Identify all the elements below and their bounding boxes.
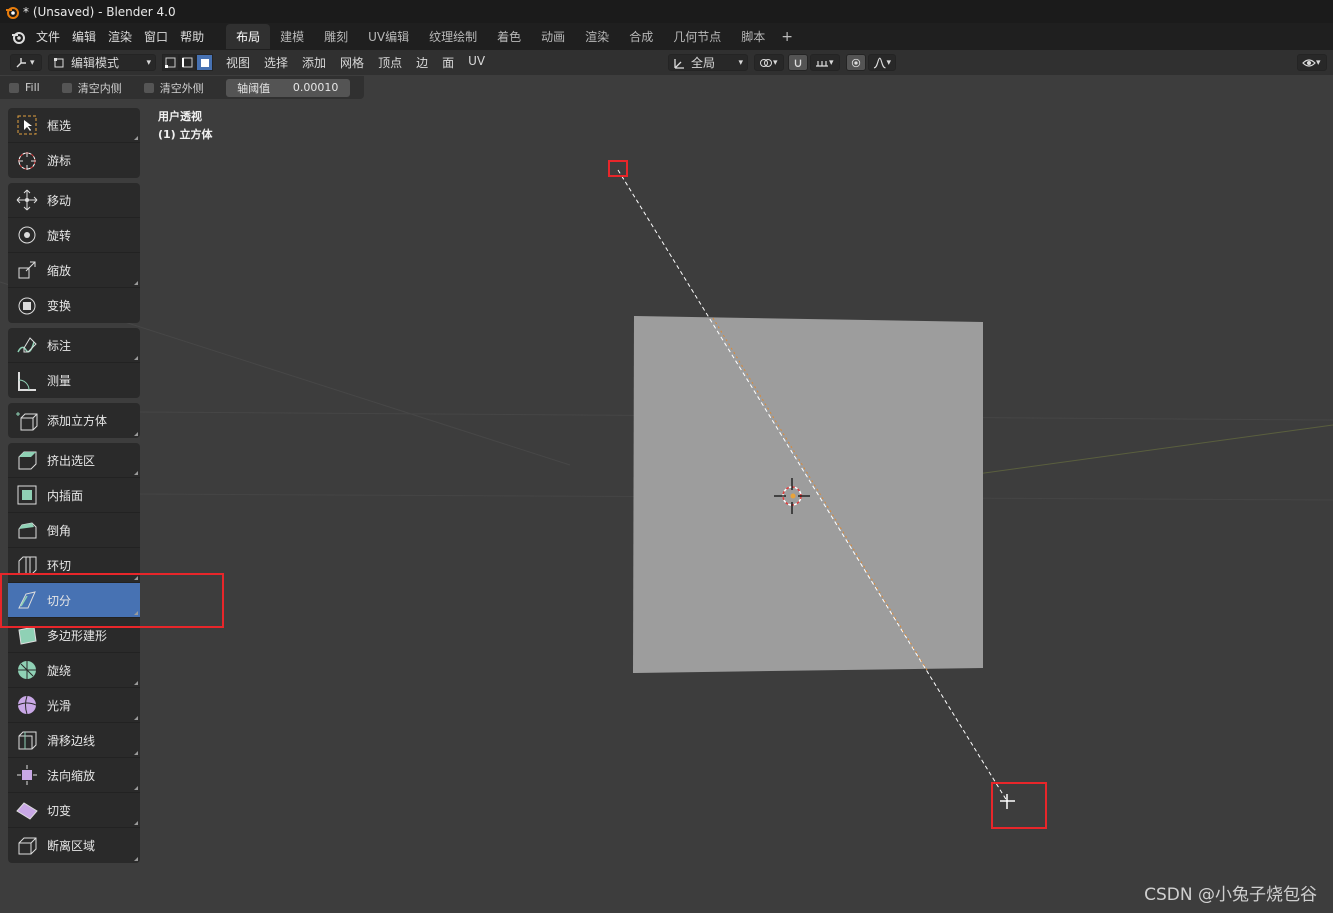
tool-variants-indicator	[134, 136, 138, 140]
tool-add-cube[interactable]: 添加立方体	[8, 403, 140, 438]
tool-label: 变换	[47, 299, 72, 313]
tool-label: 断离区域	[47, 839, 96, 853]
tool-variants-indicator	[134, 432, 138, 436]
highlight-cut-start	[608, 160, 628, 177]
tool-label: 框选	[47, 118, 72, 133]
tool-bevel[interactable]: 倒角	[8, 513, 140, 548]
viewport-info: 用户透视 (1) 立方体	[158, 108, 213, 144]
cursor-icon	[15, 149, 39, 173]
tool-label: 多边形建形	[47, 628, 108, 643]
tool-label: 缩放	[47, 263, 72, 278]
tool-variants-indicator	[134, 471, 138, 475]
tool-box-select[interactable]: 框选	[8, 108, 140, 143]
tool-variants-indicator	[134, 716, 138, 720]
highlight-cut-end	[991, 782, 1047, 829]
shear-icon	[15, 798, 39, 822]
tool-inset[interactable]: 内插面	[8, 478, 140, 513]
inset-icon	[15, 483, 39, 507]
tool-label: 标注	[47, 338, 72, 353]
tool-label: 滑移边线	[47, 733, 96, 748]
tool-shear[interactable]: 切变	[8, 793, 140, 828]
tool-rotate[interactable]: 旋转	[8, 218, 140, 253]
tool-label: 添加立方体	[47, 414, 108, 428]
tool-label: 法向缩放	[47, 768, 96, 783]
tool-scale[interactable]: 缩放	[8, 253, 140, 288]
scale-icon	[15, 258, 39, 282]
tool-label: 移动	[47, 193, 72, 208]
tool-variants-indicator	[134, 751, 138, 755]
tool-label: 光滑	[47, 698, 72, 713]
tool-label: 倒角	[47, 523, 72, 538]
tool-edge-slide[interactable]: 滑移边线	[8, 723, 140, 758]
tool-extrude[interactable]: 挤出选区	[8, 443, 140, 478]
tool-annotate[interactable]: 标注	[8, 328, 140, 363]
watermark: CSDN @小兔子烧包谷	[1144, 885, 1317, 905]
rotate-icon	[15, 223, 39, 247]
tool-variants-indicator	[134, 281, 138, 285]
rip-region-icon	[15, 834, 39, 858]
tool-group-transform: 移动 旋转 缩放 变换	[8, 183, 140, 323]
tool-variants-indicator	[134, 356, 138, 360]
move-icon	[15, 188, 39, 212]
measure-icon	[15, 369, 39, 393]
tool-variants-indicator	[134, 786, 138, 790]
tool-spin[interactable]: 旋绕	[8, 653, 140, 688]
tool-label: 挤出选区	[47, 453, 96, 468]
bevel-icon	[15, 518, 39, 542]
tool-label: 旋绕	[47, 663, 72, 678]
object-name-label: (1) 立方体	[158, 128, 213, 141]
tool-group-annotate: 标注 测量	[8, 328, 140, 398]
tool-group-add: 添加立方体	[8, 403, 140, 438]
view-name-label: 用户透视	[158, 110, 202, 123]
add-cube-icon	[15, 409, 39, 433]
annotate-icon	[15, 333, 39, 357]
highlight-knife-tool	[0, 573, 224, 628]
origin-point	[790, 493, 796, 499]
tool-rip-region[interactable]: 断离区域	[8, 828, 140, 863]
tool-label: 环切	[47, 558, 72, 573]
tool-shelf: 框选 游标 移动 旋转 缩放 变换 标注 测量 添加立方体 挤出选区 内插面 倒…	[8, 108, 140, 868]
tool-label: 内插面	[47, 488, 84, 503]
tool-transform[interactable]: 变换	[8, 288, 140, 323]
tool-label: 切变	[47, 803, 72, 818]
tool-group-mesh: 挤出选区 内插面 倒角 环切 切分 多边形建形 旋绕 光滑 滑移边线 法向缩放 …	[8, 443, 140, 863]
spin-icon	[15, 658, 39, 682]
transform-icon	[15, 294, 39, 318]
smooth-icon	[15, 693, 39, 717]
tool-smooth[interactable]: 光滑	[8, 688, 140, 723]
tool-move[interactable]: 移动	[8, 183, 140, 218]
tool-label: 游标	[47, 154, 72, 168]
cube-face[interactable]	[633, 316, 983, 673]
edge-slide-icon	[15, 728, 39, 752]
tool-group-select: 框选 游标	[8, 108, 140, 178]
tool-label: 旋转	[47, 228, 72, 243]
tool-label: 测量	[47, 374, 72, 388]
tool-variants-indicator	[134, 821, 138, 825]
tool-cursor[interactable]: 游标	[8, 143, 140, 178]
shrink-fatten-icon	[15, 763, 39, 787]
tool-measure[interactable]: 测量	[8, 363, 140, 398]
tool-variants-indicator	[134, 857, 138, 861]
box-select-icon	[15, 113, 39, 137]
extrude-icon	[15, 448, 39, 472]
tool-shrink-fatten[interactable]: 法向缩放	[8, 758, 140, 793]
tool-variants-indicator	[134, 681, 138, 685]
